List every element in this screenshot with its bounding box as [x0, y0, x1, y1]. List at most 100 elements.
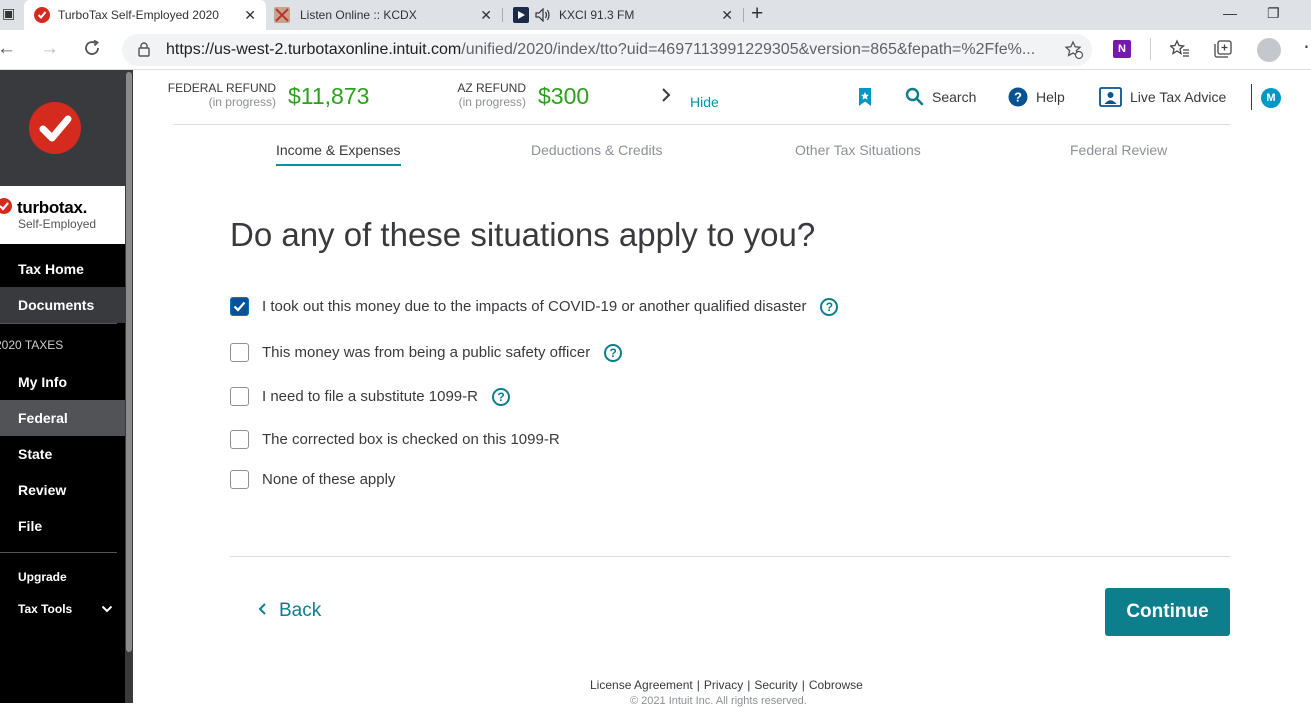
option-label[interactable]: This money was from being a public safet… — [262, 344, 590, 361]
url-host: https://us-west-2.turbotaxonline.intuit.… — [166, 41, 462, 58]
turbotax-check-logo-icon[interactable] — [29, 102, 81, 154]
checkbox[interactable] — [230, 387, 249, 406]
checkbox[interactable] — [230, 430, 249, 449]
hide-refund-link[interactable]: Hide — [690, 94, 719, 110]
checkbox[interactable] — [230, 470, 249, 489]
brand-name: turbotax. — [17, 198, 88, 217]
tab-separator — [743, 8, 744, 22]
tab-kcdx[interactable]: Listen Online :: KCDX ✕ — [266, 0, 502, 30]
sidebar-item-tax-home[interactable]: Tax Home — [0, 251, 125, 287]
help-question-icon[interactable]: ? — [491, 387, 510, 406]
close-tab-icon[interactable]: ✕ — [721, 7, 733, 23]
kxci-favicon-icon — [513, 7, 529, 23]
sidebar-item-state[interactable]: State — [0, 436, 125, 472]
federal-refund-label: FEDERAL REFUND (in progress) — [160, 81, 276, 109]
option-corrected-box[interactable]: The corrected box is checked on this 109… — [230, 430, 560, 449]
bookmark-icon — [857, 87, 873, 107]
chevron-right-icon[interactable] — [660, 86, 672, 110]
option-none-apply[interactable]: None of these apply — [230, 470, 395, 489]
live-advice-label: Live Tax Advice — [1130, 89, 1227, 105]
onenote-extension-icon[interactable]: N — [1113, 40, 1131, 58]
content-divider — [230, 556, 1230, 557]
sidebar-item-file[interactable]: File — [0, 508, 125, 544]
close-tab-icon[interactable]: ✕ — [244, 7, 256, 23]
more-menu-icon[interactable]: ⋯ — [1303, 34, 1311, 59]
header-separator — [1251, 84, 1252, 110]
turbotax-mark-icon — [0, 198, 12, 214]
option-covid-disaster[interactable]: I took out this money due to the impacts… — [230, 297, 839, 316]
bookmark-button[interactable] — [857, 87, 881, 107]
sidebar-divider — [0, 552, 117, 553]
sidebar-item-upgrade[interactable]: Upgrade — [18, 570, 67, 584]
close-tab-icon[interactable]: ✕ — [480, 7, 492, 23]
footer-links: License Agreement | Privacy | Security | Cobro… — [590, 678, 863, 692]
restore-window-icon[interactable]: ❐ — [1267, 5, 1280, 22]
brand-subtitle: Self-Employed — [18, 217, 97, 231]
sidebar-item-tax-tools[interactable]: Tax Tools — [18, 602, 72, 616]
sidebar-item-federal[interactable]: Federal — [0, 400, 125, 436]
sidebar: turbotax. Self-Employed Tax Home Documen… — [0, 70, 133, 703]
profile-avatar-icon[interactable] — [1257, 38, 1281, 62]
help-icon: ? — [1008, 87, 1028, 107]
tab-other-tax-situations[interactable]: Other Tax Situations — [795, 142, 921, 158]
favorites-icon[interactable] — [1168, 39, 1190, 64]
chevron-down-icon[interactable] — [101, 602, 113, 620]
option-substitute-1099r[interactable]: I need to file a substitute 1099-R ? — [230, 387, 510, 406]
privacy-link[interactable]: Privacy — [704, 678, 743, 692]
copyright-text: © 2021 Intuit Inc. All rights reserved. — [630, 695, 807, 707]
tab-federal-review[interactable]: Federal Review — [1070, 142, 1167, 158]
sidebar-logo-area — [0, 70, 125, 186]
live-tax-advice-button[interactable]: Live Tax Advice — [1099, 87, 1226, 107]
url-field[interactable]: https://us-west-2.turbotaxonline.intuit.… — [122, 34, 1092, 66]
tab-deductions-credits[interactable]: Deductions & Credits — [531, 142, 663, 158]
reload-icon[interactable] — [83, 39, 101, 62]
back-nav-icon[interactable]: ← — [0, 39, 16, 59]
continue-button[interactable]: Continue — [1105, 588, 1230, 636]
license-agreement-link[interactable]: License Agreement — [590, 678, 693, 692]
tab-kxci[interactable]: KXCI 91.3 FM ✕ — [503, 0, 743, 30]
sidebar-scrollbar[interactable] — [125, 70, 133, 703]
federal-refund-amount[interactable]: $11,873 — [288, 83, 369, 110]
search-label: Search — [932, 88, 977, 105]
help-question-icon[interactable]: ? — [820, 297, 839, 316]
search-button[interactable]: Search — [905, 87, 976, 106]
tab-turbotax[interactable]: TurboTax Self-Employed 2020 ✕ — [24, 0, 266, 30]
minimize-window-icon[interactable]: — — [1223, 5, 1237, 21]
brand-block: turbotax. Self-Employed — [0, 186, 125, 244]
sidebar-divider — [0, 323, 117, 324]
user-avatar[interactable]: M — [1261, 88, 1281, 108]
tab-income-expenses[interactable]: Income & Expenses — [276, 142, 401, 166]
help-button[interactable]: ? Help — [1008, 87, 1065, 107]
lock-icon[interactable] — [138, 42, 150, 62]
turbotax-favicon-icon — [34, 7, 50, 23]
option-label[interactable]: None of these apply — [262, 471, 395, 488]
back-button[interactable]: Back — [258, 600, 321, 622]
option-label[interactable]: The corrected box is checked on this 109… — [262, 431, 560, 448]
cobrowse-link[interactable]: Cobrowse — [809, 678, 863, 692]
option-public-safety-officer[interactable]: This money was from being a public safet… — [230, 343, 623, 362]
state-refund-title: AZ REFUND — [457, 81, 526, 95]
audio-playing-icon[interactable] — [535, 8, 551, 22]
forward-nav-icon[interactable]: → — [40, 39, 59, 59]
window-menu-icon[interactable]: ▣ — [2, 5, 15, 22]
option-label[interactable]: I need to file a substitute 1099-R — [262, 388, 478, 405]
security-link[interactable]: Security — [754, 678, 797, 692]
state-refund-status: (in progress) — [458, 95, 526, 109]
svg-text:?: ? — [1014, 90, 1022, 105]
add-favorite-icon[interactable] — [1064, 40, 1084, 65]
scrollbar-thumb[interactable] — [126, 72, 132, 652]
back-label: Back — [279, 600, 322, 621]
help-question-icon[interactable]: ? — [604, 343, 623, 362]
sidebar-item-review[interactable]: Review — [0, 472, 125, 508]
tab-title: Listen Online :: KCDX — [300, 8, 417, 22]
collections-icon[interactable] — [1214, 40, 1232, 63]
sidebar-item-my-info[interactable]: My Info — [0, 364, 125, 400]
federal-refund-status: (in progress) — [208, 95, 276, 109]
url-path: /unified/2020/index/tto?uid=469711399122… — [461, 41, 1036, 58]
new-tab-button[interactable]: + — [751, 2, 763, 26]
sidebar-item-documents[interactable]: Documents — [0, 287, 125, 323]
option-label[interactable]: I took out this money due to the impacts… — [262, 298, 806, 315]
checkbox[interactable] — [230, 343, 249, 362]
checkbox-checked[interactable] — [230, 297, 249, 316]
state-refund-amount[interactable]: $300 — [538, 83, 589, 110]
